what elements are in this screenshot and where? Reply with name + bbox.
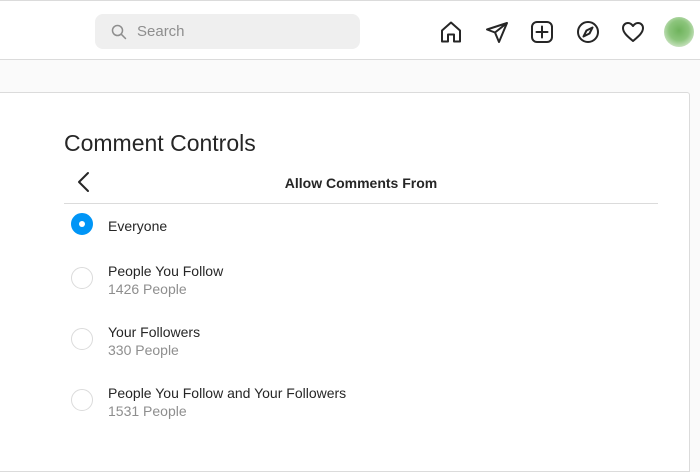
- option-label: Your Followers: [108, 324, 201, 340]
- radio-button[interactable]: [71, 267, 93, 289]
- home-icon[interactable]: [439, 20, 463, 44]
- divider: [64, 203, 658, 204]
- radio-button[interactable]: [71, 328, 93, 350]
- option-label: People You Follow and Your Followers: [108, 385, 347, 401]
- radio-button-selected[interactable]: [71, 213, 93, 235]
- option-follow-and-followers[interactable]: People You Follow and Your Followers 153…: [64, 378, 658, 424]
- direct-message-icon[interactable]: [485, 20, 509, 44]
- option-count: 1426 People: [108, 281, 187, 297]
- option-your-followers[interactable]: Your Followers 330 People: [64, 317, 658, 363]
- top-navigation-bar: [0, 0, 700, 60]
- radio-button[interactable]: [71, 389, 93, 411]
- option-everyone[interactable]: Everyone: [64, 206, 658, 252]
- search-icon: [111, 24, 127, 40]
- explore-compass-icon[interactable]: [576, 20, 600, 44]
- search-box[interactable]: [95, 14, 360, 49]
- profile-avatar[interactable]: [664, 17, 694, 47]
- search-input[interactable]: [137, 14, 347, 49]
- section-heading: Allow Comments From: [284, 175, 438, 191]
- page-title: Comment Controls: [64, 130, 256, 156]
- option-count: 330 People: [108, 342, 179, 358]
- option-count: 1531 People: [108, 403, 187, 419]
- option-label: People You Follow: [108, 263, 224, 279]
- option-people-you-follow[interactable]: People You Follow 1426 People: [64, 256, 658, 302]
- option-label: Everyone: [108, 218, 168, 234]
- new-post-icon[interactable]: [530, 20, 554, 44]
- activity-heart-icon[interactable]: [621, 20, 645, 44]
